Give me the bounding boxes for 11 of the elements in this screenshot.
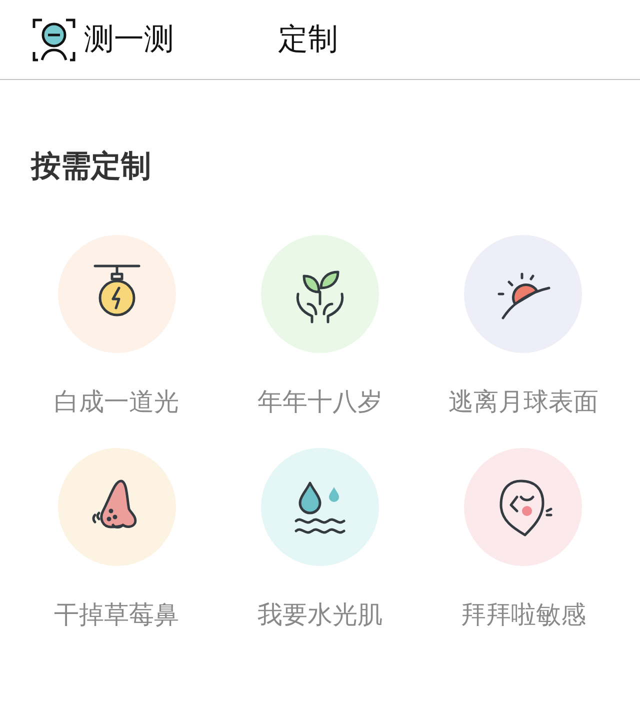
item-label: 白成一道光 bbox=[54, 386, 180, 418]
face-scan-icon bbox=[32, 18, 76, 62]
item-label: 干掉草莓鼻 bbox=[54, 599, 180, 631]
item-label: 拜拜啦敏感 bbox=[460, 599, 586, 631]
tab-label: 测一测 bbox=[84, 21, 174, 59]
header-tab[interactable]: 测一测 bbox=[32, 18, 174, 62]
item-label: 我要水光肌 bbox=[257, 599, 382, 631]
header-tab[interactable]: 定制 bbox=[278, 19, 338, 60]
section-title: 按需定制 bbox=[31, 148, 152, 186]
item-label: 年年十八岁 bbox=[257, 386, 382, 418]
item-label: 逃离月球表面 bbox=[448, 386, 598, 418]
